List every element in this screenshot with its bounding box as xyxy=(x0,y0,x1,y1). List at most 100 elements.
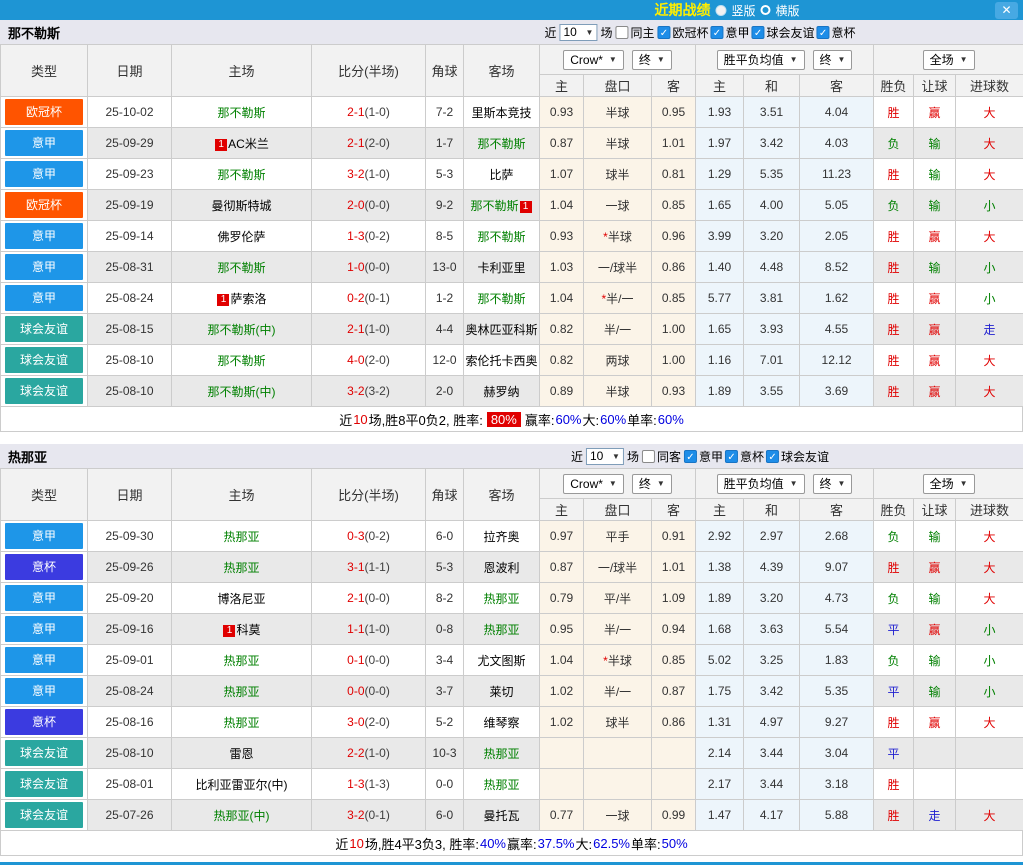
vertical-layout-radio[interactable] xyxy=(715,4,727,16)
league-filter[interactable]: ✓ 意甲 xyxy=(710,24,750,41)
match-row: 意甲 25-08-31 那不勒斯 1-0(0-0) 13-0 卡利亚里 1.03… xyxy=(0,251,1023,283)
league-checkbox[interactable]: ✓ xyxy=(725,449,739,463)
match-date: 25-09-14 xyxy=(87,220,172,252)
team-name-text: 那不勒斯 xyxy=(470,198,519,213)
match-date: 25-08-10 xyxy=(87,344,172,376)
summary-part: 单率: xyxy=(627,412,657,428)
league-checkbox[interactable]: ✓ xyxy=(657,25,671,39)
match-row: 欧冠杯 25-09-19 曼彻斯特城 2-0(0-0) 9-2 那不勒斯 1 1.… xyxy=(0,189,1023,221)
horizontal-layout-label[interactable]: 横版 xyxy=(776,2,800,19)
summary-part: 场,胜4平3负3, 胜率: xyxy=(364,836,479,852)
fulltime-score: 0-0 xyxy=(347,684,365,698)
close-icon[interactable]: ✕ xyxy=(995,2,1018,19)
score-cell: 4-0(2-0) xyxy=(311,344,426,376)
away-odds: 0.86 xyxy=(650,251,697,283)
mean-away-odds: 4.04 xyxy=(799,96,875,128)
league-filter[interactable]: ✓ 球会友谊 xyxy=(766,448,829,465)
mean-odds-select[interactable]: 胜平负均值 ▼ xyxy=(716,473,805,494)
col-handicap-result: 让球 xyxy=(913,74,957,97)
result-badge: 胜 xyxy=(873,282,915,314)
same-home-filter[interactable]: 同主 xyxy=(615,24,654,41)
home-team: 热那亚 xyxy=(171,644,312,676)
goals-result-badge xyxy=(955,737,1023,769)
mean-home-odds: 3.99 xyxy=(695,220,745,252)
handicap-line xyxy=(583,768,652,800)
horizontal-layout-radio[interactable] xyxy=(760,5,771,15)
full-match-select[interactable]: 全场 ▼ xyxy=(922,49,975,70)
games-count-select[interactable]: 10 ▼ xyxy=(585,447,624,465)
team-name-text: 卡利亚里 xyxy=(477,260,526,275)
summary-part: 37.5% xyxy=(537,835,575,851)
home-team: 那不勒斯 xyxy=(171,344,312,376)
league-checkbox[interactable]: ✓ xyxy=(710,25,724,39)
mean-away-odds: 4.55 xyxy=(799,313,875,345)
away-team: 比萨 xyxy=(463,158,540,190)
competition-badge: 球会友谊 xyxy=(5,347,83,373)
mean-away-odds: 2.68 xyxy=(799,520,875,552)
mean-final-select[interactable]: 终 ▼ xyxy=(812,473,853,494)
league-checkbox[interactable]: ✓ xyxy=(816,25,830,39)
mean-odds-select[interactable]: 胜平负均值 ▼ xyxy=(716,49,805,70)
competition-badge: 球会友谊 xyxy=(5,316,83,342)
league-label: 意杯 xyxy=(740,449,765,464)
fulltime-score: 1-1 xyxy=(347,622,365,636)
competition-cell: 意甲 xyxy=(0,644,88,676)
score-cell: 0-3(0-2) xyxy=(311,520,426,552)
team-name-text: 萨索洛 xyxy=(230,291,267,306)
games-count-select[interactable]: 10 ▼ xyxy=(559,23,598,41)
league-filter[interactable]: ✓ 欧冠杯 xyxy=(657,24,709,41)
summary-part: 10 xyxy=(353,411,368,427)
league-filter[interactable]: ✓ 意杯 xyxy=(725,448,764,465)
result-badge: 平 xyxy=(873,737,915,769)
match-row: 意甲 25-09-20 博洛尼亚 2-1(0-0) 8-2 热那亚 0.79 平… xyxy=(0,582,1023,614)
vertical-layout-label[interactable]: 竖版 xyxy=(731,2,755,19)
chevron-down-icon: ▼ xyxy=(608,55,617,64)
home-odds: 0.77 xyxy=(539,799,584,831)
competition-badge: 欧冠杯 xyxy=(5,99,83,125)
fulltime-score: 3-2 xyxy=(347,167,365,181)
fulltime-score: 2-2 xyxy=(347,746,365,760)
away-team: 那不勒斯 xyxy=(463,127,540,159)
goals-result-badge: 走 xyxy=(955,313,1023,345)
score-cell: 1-3(0-2) xyxy=(311,220,426,252)
mean-final-select[interactable]: 终 ▼ xyxy=(812,49,853,70)
league-checkbox[interactable]: ✓ xyxy=(766,449,780,463)
handicap-line xyxy=(583,737,652,769)
home-team: 佛罗伦萨 xyxy=(171,220,312,252)
same-away-checkbox[interactable] xyxy=(641,449,655,463)
league-filter[interactable]: ✓ 意杯 xyxy=(816,24,856,41)
halftime-score: (3-2) xyxy=(364,384,390,398)
score-cell: 2-1(2-0) xyxy=(311,127,426,159)
bookmaker-select[interactable]: Crow* ▼ xyxy=(563,473,624,494)
odds-final-select[interactable]: 终 ▼ xyxy=(631,473,672,494)
competition-badge: 球会友谊 xyxy=(5,771,83,797)
match-row: 意甲 25-09-29 1 AC米兰 2-1(2-0) 1-7 那不勒斯 0.87… xyxy=(0,127,1023,159)
away-team: 里斯本竞技 xyxy=(463,96,540,128)
handicap-line: 半/一 xyxy=(583,613,652,645)
corner-count: 3-4 xyxy=(425,644,464,676)
league-checkbox[interactable]: ✓ xyxy=(684,449,697,463)
score-cell: 0-2(0-1) xyxy=(311,282,426,314)
league-filter[interactable]: ✓ 球会友谊 xyxy=(751,24,815,41)
away-team: 卡利亚里 xyxy=(463,251,540,283)
same-away-filter[interactable]: 同客 xyxy=(641,448,681,465)
result-badge: 胜 xyxy=(873,799,915,831)
home-team: 热那亚 xyxy=(171,520,312,552)
same-home-checkbox[interactable] xyxy=(615,25,629,39)
match-date: 25-09-29 xyxy=(87,127,172,159)
home-team: 1 AC米兰 xyxy=(171,127,312,159)
league-checkbox[interactable]: ✓ xyxy=(751,25,765,39)
odds-final-select[interactable]: 终 ▼ xyxy=(631,49,672,70)
competition-cell: 意甲 xyxy=(0,127,88,159)
mean-draw-odds: 3.44 xyxy=(743,768,801,800)
home-odds xyxy=(539,737,584,769)
match-row: 球会友谊 25-07-26 热那亚(中) 3-2(0-1) 6-0 曼托瓦 0.… xyxy=(0,799,1023,831)
bookmaker-select[interactable]: Crow* ▼ xyxy=(563,49,624,70)
summary-part: 场,胜8平0负2, 胜率: xyxy=(368,412,483,428)
score-cell: 3-2(0-1) xyxy=(311,799,426,831)
team-name-text: 那不勒斯 xyxy=(217,167,266,182)
league-filter[interactable]: ✓ 意甲 xyxy=(684,448,723,465)
full-match-select[interactable]: 全场 ▼ xyxy=(922,473,975,494)
corner-count: 9-2 xyxy=(425,189,464,221)
